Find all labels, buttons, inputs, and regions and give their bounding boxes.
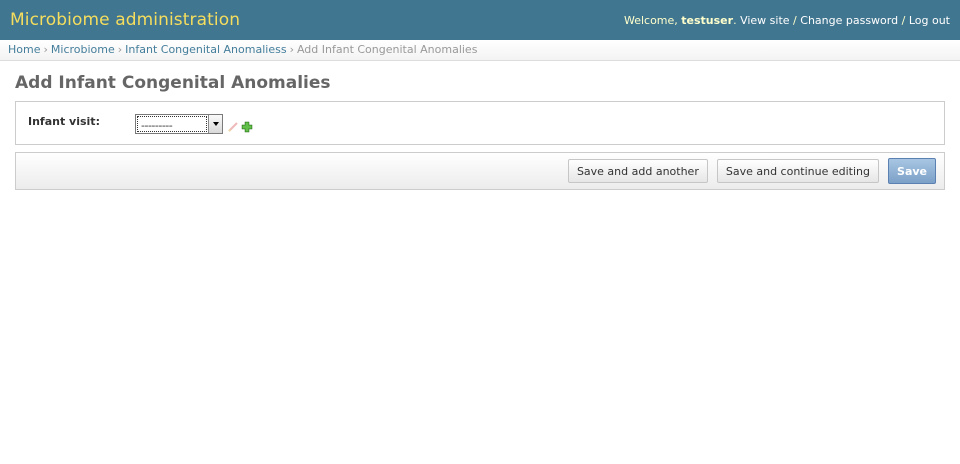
welcome-text: Welcome, bbox=[623, 13, 682, 27]
breadcrumb-separator: › bbox=[43, 43, 48, 56]
page-title: Add Infant Congenital Anomalies bbox=[15, 73, 331, 93]
related-widgets bbox=[227, 118, 253, 137]
user-tools: Welcome, testuser. View site / Change pa… bbox=[624, 14, 950, 27]
form-row-infant-visit: Infant visit: --------- bbox=[16, 102, 944, 149]
infant-visit-label: Infant visit: bbox=[28, 115, 100, 128]
breadcrumb-current: Add Infant Congenital Anomalies bbox=[296, 43, 478, 56]
infant-visit-selected-value: --------- bbox=[137, 116, 207, 132]
content: Add Infant Congenital Anomalies Infant v… bbox=[0, 61, 960, 200]
infant-visit-select[interactable]: --------- bbox=[135, 114, 223, 134]
save-and-add-another-button[interactable]: Save and add another bbox=[567, 159, 708, 183]
breadcrumb-separator: › bbox=[117, 43, 123, 56]
user-tools-separator: / bbox=[793, 13, 797, 27]
breadcrumb-separator: › bbox=[289, 43, 294, 56]
pencil-icon[interactable] bbox=[227, 118, 239, 137]
change-password-link[interactable]: Change password bbox=[800, 14, 898, 27]
username: testuser bbox=[681, 13, 734, 27]
breadcrumb-home[interactable]: Home bbox=[8, 43, 40, 56]
plus-icon[interactable] bbox=[241, 118, 253, 137]
view-site-link[interactable]: View site bbox=[740, 14, 789, 27]
dropdown-arrow-icon[interactable] bbox=[208, 115, 222, 133]
header: Microbiome administration Welcome, testu… bbox=[0, 0, 960, 40]
breadcrumb-app[interactable]: Microbiome bbox=[51, 43, 115, 56]
user-tools-separator: / bbox=[901, 13, 906, 27]
submit-row: Save and add another Save and continue e… bbox=[15, 152, 945, 190]
site-title[interactable]: Microbiome administration bbox=[10, 10, 240, 30]
form-fieldset: Infant visit: --------- bbox=[15, 101, 945, 145]
save-button[interactable]: Save bbox=[888, 158, 936, 184]
save-and-continue-button[interactable]: Save and continue editing bbox=[716, 159, 880, 183]
log-out-link[interactable]: Log out bbox=[909, 14, 950, 27]
welcome-suffix: . bbox=[733, 13, 737, 27]
breadcrumb: Home › Microbiome › Infant Congenital Anomal… bbox=[0, 40, 960, 61]
breadcrumb-model[interactable]: Infant Congenital Anomaliess bbox=[125, 43, 286, 56]
